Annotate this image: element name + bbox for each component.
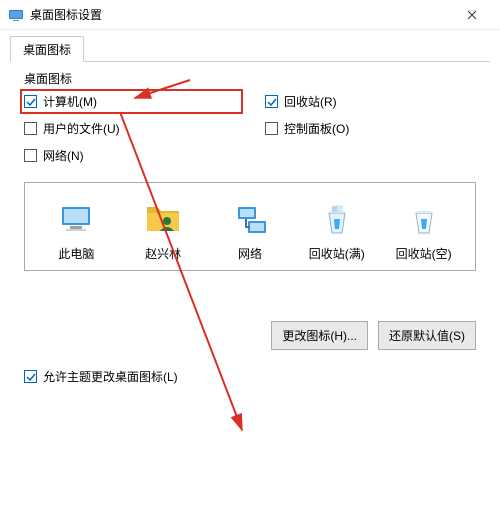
checkbox-userfiles[interactable]: 用户的文件(U) (24, 120, 235, 137)
this-pc-icon (56, 199, 96, 239)
check-icon (26, 372, 36, 382)
icon-label: 回收站(满) (303, 245, 371, 262)
checkbox-box (265, 122, 278, 135)
checkbox-grid: 计算机(M) 回收站(R) 用户的文件(U) 控制面板(O) 网络(N) (24, 93, 476, 164)
title-bar: 桌面图标设置 (0, 0, 500, 30)
checkbox-label: 网络(N) (43, 147, 84, 164)
icon-this-pc[interactable]: 此电脑 (42, 199, 110, 262)
close-button[interactable] (452, 1, 492, 29)
icon-network[interactable]: 网络 (216, 199, 284, 262)
group-label: 桌面图标 (24, 70, 476, 87)
checkbox-box (24, 149, 37, 162)
checkbox-label: 用户的文件(U) (43, 120, 120, 137)
restore-defaults-button[interactable]: 还原默认值(S) (378, 321, 476, 350)
checkbox-label: 控制面板(O) (284, 120, 349, 137)
close-icon (467, 10, 477, 20)
check-icon (26, 97, 36, 107)
window-title: 桌面图标设置 (30, 6, 452, 23)
checkbox-recycle[interactable]: 回收站(R) (265, 93, 476, 110)
checkbox-controlpanel[interactable]: 控制面板(O) (265, 120, 476, 137)
recycle-empty-icon (404, 199, 444, 239)
checkbox-network[interactable]: 网络(N) (24, 147, 235, 164)
icon-label: 此电脑 (42, 245, 110, 262)
checkbox-box (24, 122, 37, 135)
check-icon (267, 97, 277, 107)
icon-recycle-empty[interactable]: 回收站(空) (390, 199, 458, 262)
tab-desktop-icons[interactable]: 桌面图标 (10, 36, 84, 62)
tab-strip: 桌面图标 (10, 36, 490, 62)
button-row: 更改图标(H)... 还原默认值(S) (24, 321, 476, 350)
checkbox-box (24, 95, 37, 108)
tab-content: 桌面图标 计算机(M) 回收站(R) 用户的文件(U) 控制面板(O) (0, 62, 500, 395)
icon-user-folder[interactable]: 赵兴林 (129, 199, 197, 262)
icon-label: 回收站(空) (390, 245, 458, 262)
checkbox-label: 允许主题更改桌面图标(L) (43, 368, 178, 385)
icon-label: 赵兴林 (129, 245, 197, 262)
checkbox-label: 计算机(M) (43, 93, 97, 110)
recycle-full-icon (317, 199, 357, 239)
checkbox-allow-theme[interactable]: 允许主题更改桌面图标(L) (24, 368, 476, 385)
icon-recycle-full[interactable]: 回收站(满) (303, 199, 371, 262)
checkbox-computer[interactable]: 计算机(M) (20, 89, 243, 114)
change-icon-button[interactable]: 更改图标(H)... (271, 321, 368, 350)
checkbox-box (265, 95, 278, 108)
icon-label: 网络 (216, 245, 284, 262)
checkbox-label: 回收站(R) (284, 93, 337, 110)
icon-list: 此电脑 赵兴林 网络 回收站(满) 回收站(空) (24, 182, 476, 271)
checkbox-box (24, 370, 37, 383)
app-icon (8, 7, 24, 23)
user-folder-icon (143, 199, 183, 239)
network-icon (230, 199, 270, 239)
